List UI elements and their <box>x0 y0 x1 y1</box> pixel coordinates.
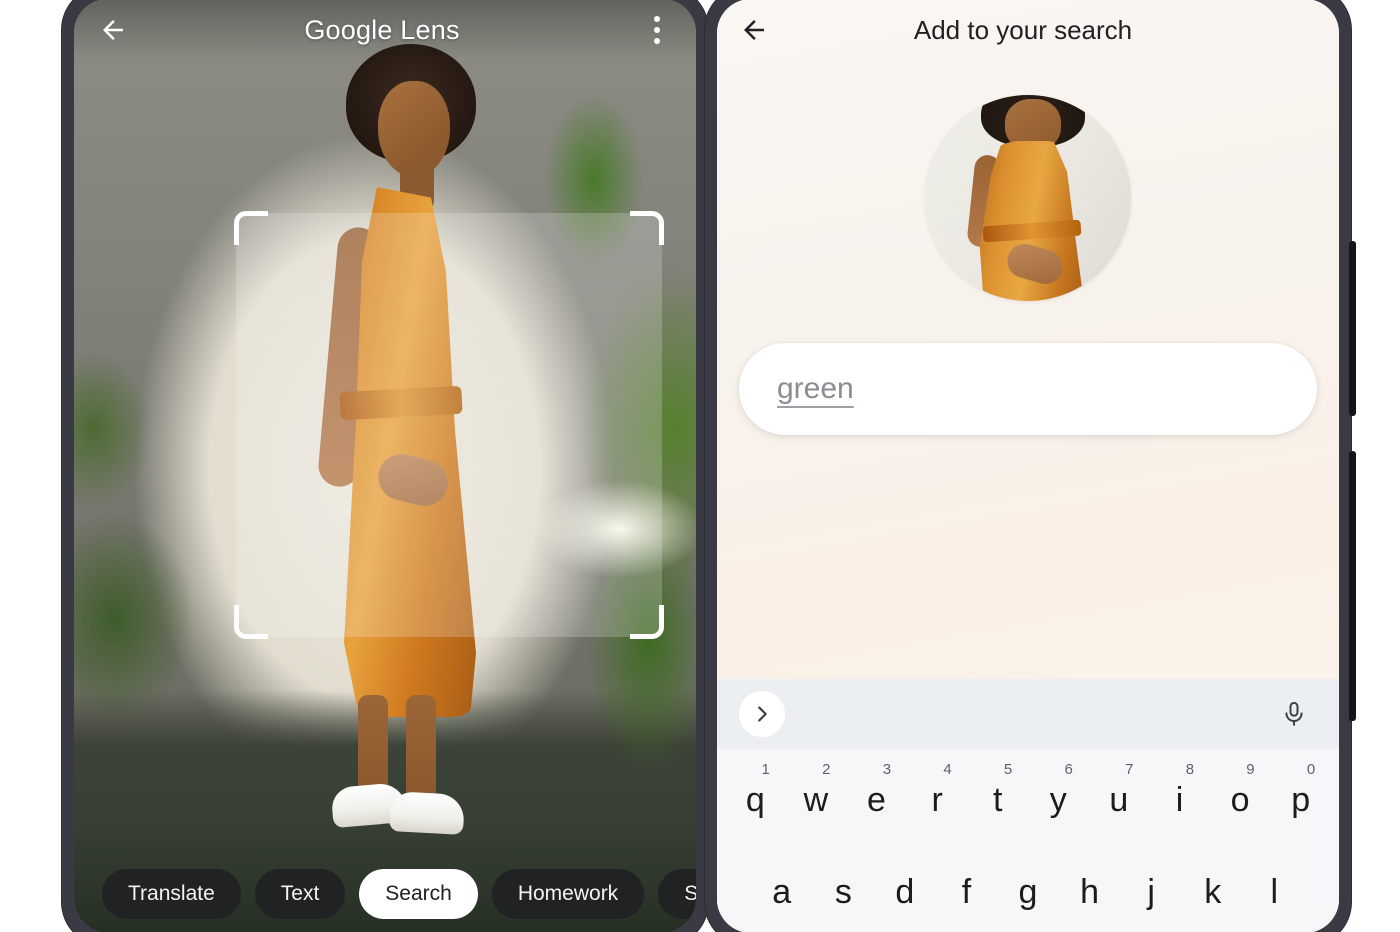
key-t-letter: t <box>992 780 1003 819</box>
key-i[interactable]: 8i <box>1149 759 1210 841</box>
key-o-number: 9 <box>1246 761 1255 778</box>
key-w[interactable]: 2w <box>786 759 847 841</box>
key-s[interactable]: s <box>813 851 875 932</box>
phone-device-left: Google Lens Translate Text Search Homewo… <box>62 0 713 932</box>
key-t-number: 5 <box>1003 761 1013 778</box>
key-g[interactable]: g <box>997 851 1059 932</box>
volume-button-right[interactable] <box>1349 241 1356 416</box>
key-h[interactable]: h <box>1059 851 1121 932</box>
chip-translate[interactable]: Translate <box>102 869 241 919</box>
arrow-back-icon <box>103 20 123 40</box>
key-w-letter: w <box>803 780 829 819</box>
voice-input-button[interactable] <box>1271 691 1317 737</box>
key-q-letter: q <box>745 780 765 819</box>
lens-selection-region[interactable] <box>236 213 662 637</box>
key-r-number: 4 <box>943 761 952 778</box>
key-p[interactable]: 0p <box>1270 759 1331 841</box>
key-o[interactable]: 9o <box>1210 759 1271 841</box>
lens-title-product: Lens <box>400 14 460 45</box>
chip-search[interactable]: Search <box>359 869 478 919</box>
key-y-number: 6 <box>1064 761 1073 778</box>
selection-corner-top-left-icon[interactable] <box>234 211 268 245</box>
key-u[interactable]: 7u <box>1089 759 1150 841</box>
key-e-number: 3 <box>882 761 892 778</box>
lens-mode-chips: Translate Text Search Homework Shopp <box>74 869 696 919</box>
key-r-letter: r <box>931 780 943 819</box>
chevron-right-icon <box>758 706 767 722</box>
power-button-right[interactable] <box>1349 451 1356 721</box>
chip-shopping[interactable]: Shopp <box>658 869 696 919</box>
key-q-number: 1 <box>761 761 770 778</box>
key-y[interactable]: 6y <box>1028 759 1089 841</box>
key-t[interactable]: 5t <box>967 759 1028 841</box>
add-page-title: Add to your search <box>913 14 1133 45</box>
key-r[interactable]: 4r <box>907 759 968 841</box>
suggestion-expand-button[interactable] <box>739 691 785 737</box>
virtual-keyboard: 1q 2w 3e 4r 5t 6y 7u 8i 9o 0p a s d f g … <box>717 679 1339 932</box>
key-a[interactable]: a <box>751 851 813 932</box>
lens-camera-view: Google Lens Translate Text Search Homewo… <box>74 0 696 932</box>
thumbnail-wrap <box>717 95 1339 301</box>
microphone-icon <box>1285 701 1303 726</box>
key-u-letter: u <box>1109 780 1129 819</box>
phone-device-right: Add to your search green 1 q 2 w 3 e 4 r… <box>705 0 1356 932</box>
keyboard-row-1: 1q 2w 3e 4r 5t 6y 7u 8i 9o 0p <box>717 749 1339 841</box>
key-l[interactable]: l <box>1243 851 1305 932</box>
key-i-letter: i <box>1175 780 1184 819</box>
add-top-bar: Add to your search <box>717 0 1339 61</box>
add-to-search-view: Add to your search green 1 q 2 w 3 e 4 r… <box>717 0 1339 932</box>
selection-corner-bottom-left-icon[interactable] <box>234 605 268 639</box>
key-p-letter: p <box>1291 780 1311 819</box>
keyboard-suggestion-bar <box>717 679 1339 749</box>
key-f[interactable]: f <box>936 851 998 932</box>
key-j[interactable]: j <box>1120 851 1182 932</box>
key-o-letter: o <box>1230 780 1250 819</box>
chip-homework[interactable]: Homework <box>491 869 645 919</box>
key-y-letter: y <box>1049 780 1067 819</box>
selection-corner-bottom-right-icon[interactable] <box>630 605 664 639</box>
key-i-number: 8 <box>1185 761 1195 778</box>
chip-text[interactable]: Text <box>254 869 346 919</box>
key-q[interactable]: 1q <box>725 759 786 841</box>
selection-corner-top-right-icon[interactable] <box>630 211 664 245</box>
lens-title-brand: Google <box>304 14 393 45</box>
key-d[interactable]: d <box>874 851 936 932</box>
lens-title: Google Lens <box>128 15 636 46</box>
search-input[interactable]: green <box>739 343 1317 435</box>
more-vert-icon <box>654 16 660 44</box>
search-image-thumbnail[interactable] <box>925 95 1131 301</box>
overflow-menu-button[interactable] <box>636 9 678 51</box>
keyboard-row-2: a s d f g h j k l <box>717 841 1339 932</box>
screenshot-stage: Google Lens Translate Text Search Homewo… <box>0 0 1400 932</box>
key-w-number: 2 <box>822 761 831 778</box>
key-e-letter: e <box>867 780 886 819</box>
key-k[interactable]: k <box>1182 851 1244 932</box>
phone-screen-right: Add to your search green 1 q 2 w 3 e 4 r… <box>717 0 1339 932</box>
key-u-number: 7 <box>1125 761 1134 778</box>
phone-screen-left: Google Lens Translate Text Search Homewo… <box>74 0 696 932</box>
search-bar-wrap: green <box>717 301 1339 435</box>
key-e[interactable]: 3e <box>846 759 907 841</box>
search-query-text: green <box>777 372 854 405</box>
key-p-number: 0 <box>1306 761 1316 778</box>
lens-top-bar: Google Lens <box>74 0 696 61</box>
